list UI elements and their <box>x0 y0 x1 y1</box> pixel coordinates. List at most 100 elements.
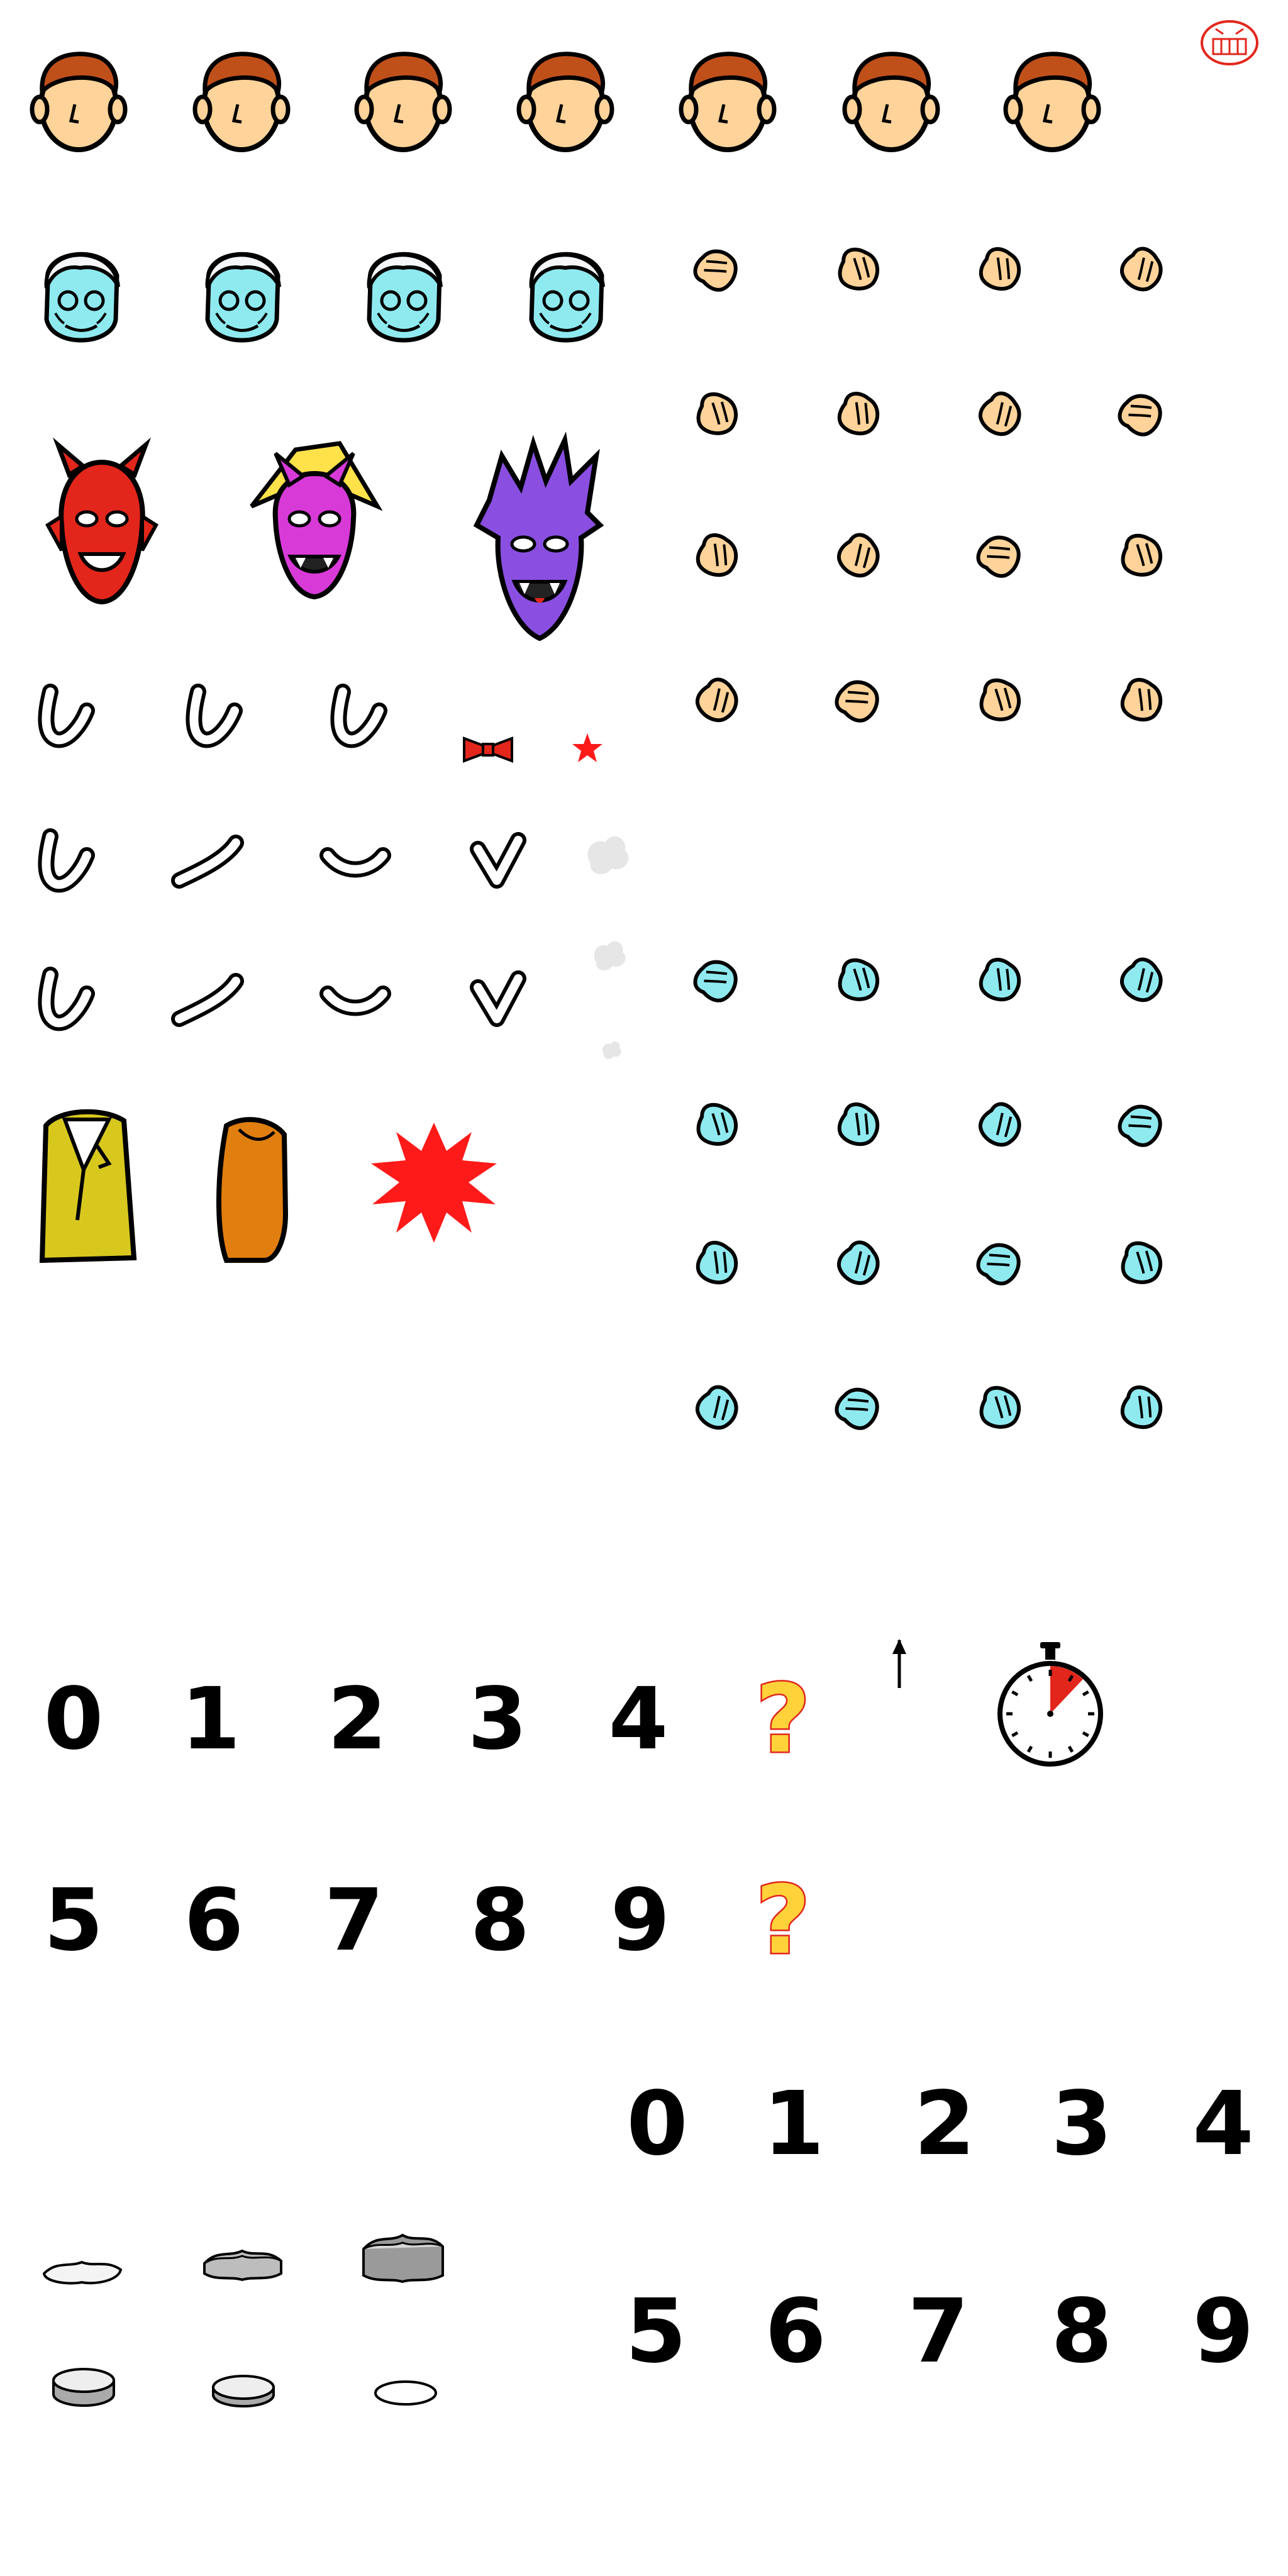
stopwatch-icon <box>997 1642 1103 1767</box>
ghost-hand-icon <box>1116 954 1169 1007</box>
skin-hand-icon <box>835 390 883 438</box>
orange-body-icon <box>216 1117 289 1263</box>
ghost-hand-icon <box>977 956 1024 1004</box>
skin-hand-icon <box>1121 533 1163 577</box>
red-bowtie-icon <box>463 736 513 763</box>
arm-piece-icon <box>186 684 243 748</box>
purple-demon-icon <box>473 431 604 641</box>
skin-hand-icon <box>1116 243 1169 296</box>
smoke-puffs <box>587 836 629 1059</box>
ghost-faces-row <box>47 254 603 340</box>
skin-hand-icon <box>838 247 880 291</box>
small-digit: 9 <box>1192 2280 1253 2383</box>
pink-demon-icon <box>250 441 383 600</box>
rock-icon <box>362 2233 444 2284</box>
skin-hand-icon <box>1115 389 1167 440</box>
arm-piece-icon <box>319 985 391 1016</box>
face-angry-icon <box>845 54 938 150</box>
skin-hands-grid <box>691 243 1169 727</box>
skin-hand-icon <box>694 531 741 580</box>
small-digit: 8 <box>1051 2280 1112 2383</box>
faces-row <box>32 54 1099 150</box>
small-digit: 4 <box>1192 2073 1253 2175</box>
small-digit: 2 <box>914 2073 975 2175</box>
arm-piece-icon <box>330 684 387 748</box>
ghost-hand-icon <box>692 1382 745 1435</box>
ghost-hands-grid <box>691 954 1169 1435</box>
arm-piece-icon <box>171 973 244 1027</box>
question-mark: ? <box>755 1866 810 1975</box>
large-digit: 2 <box>328 1670 387 1769</box>
arm-piece-icon <box>38 828 95 893</box>
face-happy-icon <box>519 54 612 150</box>
smoke-puff-icon <box>594 941 626 971</box>
face-neutral-icon <box>32 54 125 150</box>
small-digits: 0 1 2 3 4 5 6 7 8 9 <box>625 2073 1253 2383</box>
red-star-icon <box>572 733 602 762</box>
arm-piece-icon <box>470 832 526 889</box>
skin-hand-icon <box>692 674 745 727</box>
ghost-hand-icon <box>835 1101 883 1149</box>
red-explosion-icon <box>371 1123 497 1243</box>
skin-hand-icon <box>974 530 1025 581</box>
ghost-face-icon <box>208 254 279 340</box>
grinning-face-stamp-icon <box>1201 20 1258 65</box>
rock-icon <box>203 2249 282 2282</box>
skin-hand-icon <box>696 392 739 436</box>
arm-piece-icon <box>38 684 95 748</box>
large-digit: 8 <box>470 1871 530 1970</box>
disc-icon <box>212 2375 275 2407</box>
small-digit: 7 <box>908 2280 969 2383</box>
ghost-face-icon <box>47 254 118 340</box>
large-digit: 1 <box>181 1670 241 1769</box>
disc-icon <box>374 2380 437 2406</box>
ghost-hand-icon <box>979 1385 1022 1430</box>
arm-pieces-grid <box>38 684 526 1031</box>
ghost-hand-icon <box>1118 1384 1166 1432</box>
rock-icon <box>42 2260 123 2285</box>
small-digit: 3 <box>1051 2073 1112 2175</box>
skin-hand-icon <box>975 388 1028 441</box>
large-digit: 9 <box>611 1871 670 1970</box>
yellow-jacket-icon <box>39 1109 137 1263</box>
question-mark: ? <box>755 1665 810 1774</box>
smoke-puff-icon <box>602 1041 621 1059</box>
large-digit: 3 <box>468 1670 528 1769</box>
skin-hand-icon <box>977 245 1024 294</box>
arm-piece-icon <box>171 835 244 889</box>
face-blush-icon <box>1006 54 1099 150</box>
ghost-hand-icon <box>694 1239 741 1287</box>
arm-piece-icon <box>470 970 526 1027</box>
large-digit: 6 <box>184 1871 244 1970</box>
face-grimace-icon <box>681 54 774 150</box>
ghost-face-icon <box>531 254 603 340</box>
small-digit: 6 <box>765 2280 826 2383</box>
large-digit: 4 <box>609 1670 669 1769</box>
ghost-hand-icon <box>832 1382 884 1433</box>
skin-hand-icon <box>979 678 1022 722</box>
large-digit: 5 <box>44 1871 104 1970</box>
ghost-hand-icon <box>838 958 880 1002</box>
skin-hand-icon <box>833 530 886 582</box>
ghost-hand-icon <box>1115 1099 1167 1150</box>
skin-hand-icon <box>691 244 742 295</box>
ghost-hand-icon <box>691 955 742 1006</box>
small-digit: 0 <box>626 2073 687 2175</box>
ghost-hand-icon <box>833 1237 886 1290</box>
ghost-hand-icon <box>975 1099 1028 1152</box>
large-digit: 7 <box>325 1871 384 1970</box>
large-digits: 0 1 2 3 4 ? 5 6 7 8 9 ? <box>44 1663 812 1977</box>
large-digit: 0 <box>44 1670 104 1769</box>
skin-hand-icon <box>1118 676 1166 724</box>
face-grin-icon <box>357 54 450 150</box>
arm-piece-icon <box>38 967 95 1031</box>
red-demon-icon <box>45 437 158 605</box>
ghost-hand-icon <box>974 1238 1025 1289</box>
smoke-puff-icon <box>587 836 629 875</box>
ghost-hand-icon <box>696 1102 739 1146</box>
face-sad-icon <box>195 54 288 150</box>
ghost-hand-icon <box>1121 1241 1163 1285</box>
small-digit: 1 <box>763 2073 824 2175</box>
ghost-face-icon <box>369 254 441 340</box>
arm-piece-icon <box>319 847 391 878</box>
